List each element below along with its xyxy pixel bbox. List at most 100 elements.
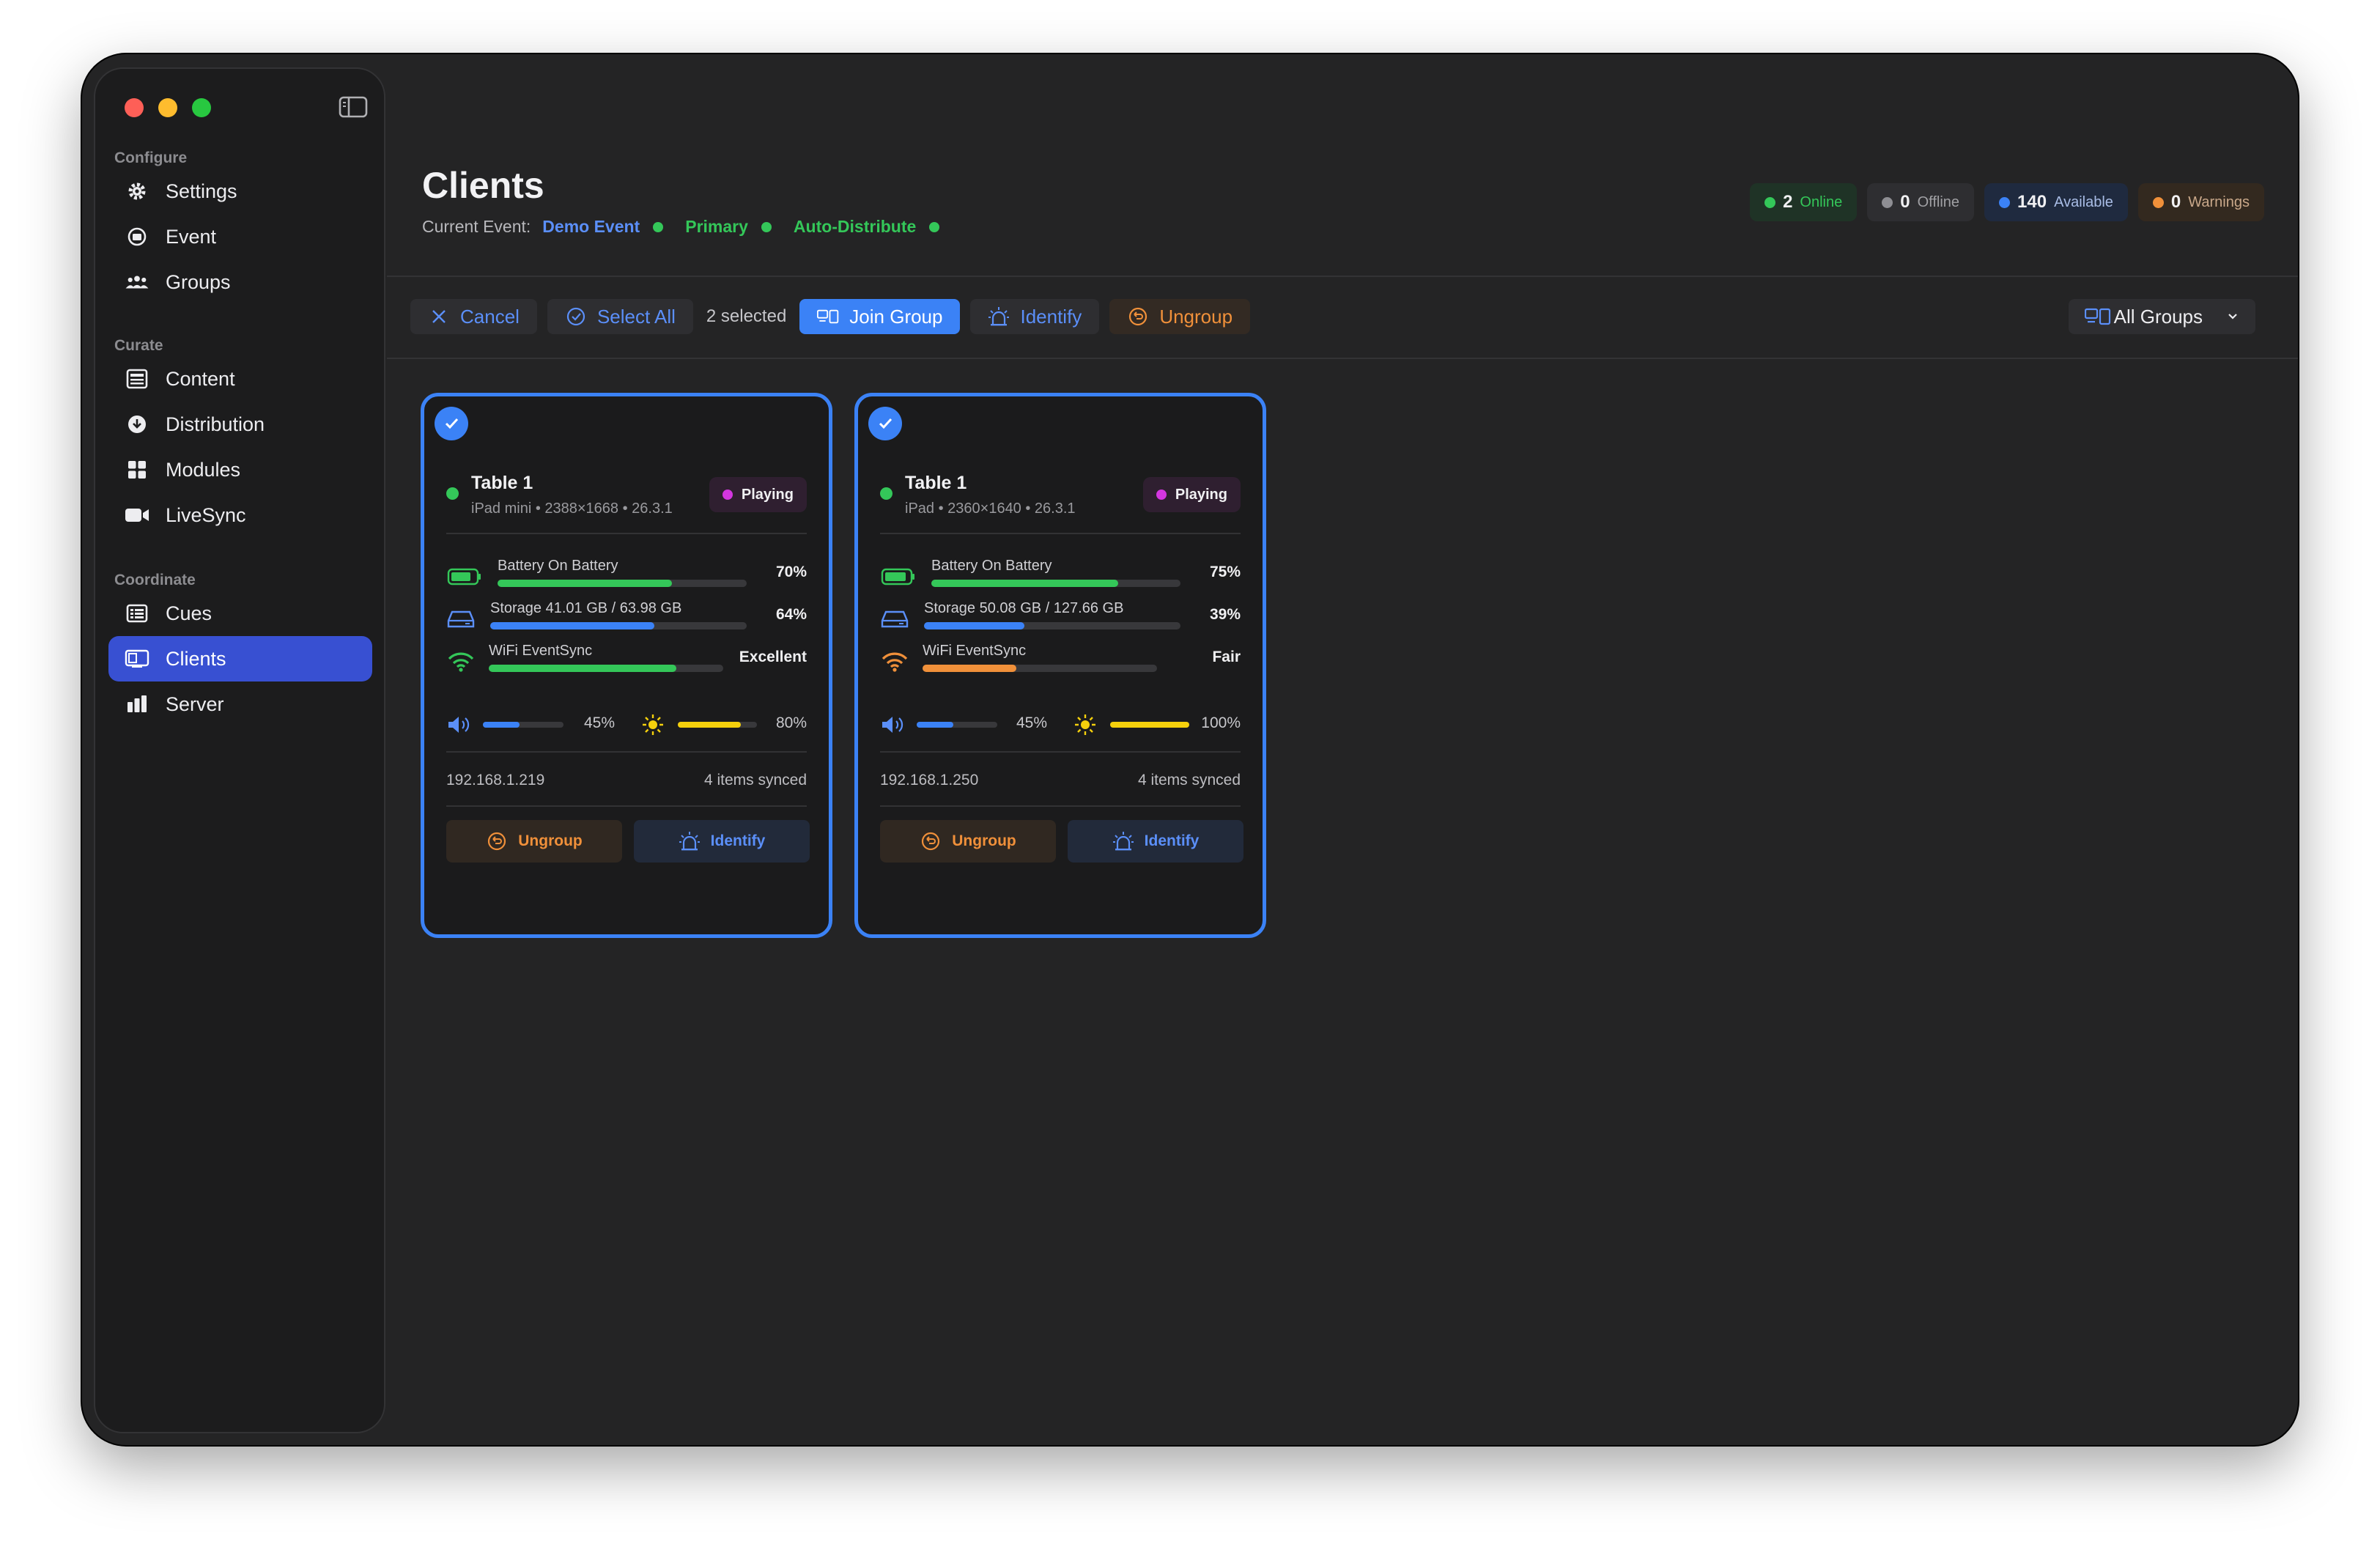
selection-checkmark-icon[interactable] (868, 407, 902, 440)
card-ungroup-button[interactable]: Ungroup (880, 820, 1056, 863)
wifi-label: WiFi EventSync (923, 643, 1027, 659)
volume-slider[interactable] (483, 722, 563, 728)
online-dot (1764, 196, 1776, 208)
warnings-badge[interactable]: 0 Warnings (2137, 183, 2264, 221)
sidebar-item-label: Event (166, 225, 217, 248)
offline-label: Offline (1917, 193, 1960, 210)
cancel-button[interactable]: Cancel (410, 299, 537, 334)
window-controls (125, 98, 211, 117)
battery-value: 75% (1209, 564, 1241, 580)
card-ungroup-button[interactable]: Ungroup (446, 820, 622, 863)
current-event-line: Current Event: Demo Event Primary Auto-D… (422, 217, 961, 237)
wifi-icon (880, 649, 909, 675)
battery-bar-fill (931, 580, 1118, 587)
ungroup-button[interactable]: Ungroup (1109, 299, 1251, 334)
warnings-dot (2152, 196, 2164, 208)
playing-badge: Playing (1142, 477, 1241, 512)
group-filter-dropdown[interactable]: All Groups (2068, 299, 2255, 334)
online-badge[interactable]: 2 Online (1750, 183, 1858, 221)
sidebar-item-settings[interactable]: Settings (108, 169, 372, 214)
offline-badge[interactable]: 0 Offline (1867, 183, 1975, 221)
storage-metric: Storage 50.08 GB / 127.66 GB 39% (880, 600, 1241, 638)
people-icon (125, 270, 149, 295)
brightness-slider[interactable] (678, 722, 757, 728)
storage-bar (490, 622, 747, 629)
join-group-button[interactable]: Join Group (799, 299, 961, 334)
download-circle-icon (125, 412, 149, 437)
available-count: 140 (2017, 192, 2047, 212)
sidebar-item-event[interactable]: Event (108, 214, 372, 259)
sidebar-item-label: Content (166, 367, 235, 390)
alarm-light-icon (679, 830, 701, 852)
join-group-label: Join Group (849, 305, 943, 328)
sidebar-toggle-icon[interactable] (339, 95, 368, 119)
selection-checkmark-icon[interactable] (435, 407, 468, 440)
section-label-curate: Curate (114, 337, 163, 354)
sidebar-item-livesync[interactable]: LiveSync (108, 492, 372, 538)
client-card[interactable]: Table 1 iPad • 2360×1640 • 26.3.1 Playin… (854, 393, 1266, 938)
ip-address: 192.168.1.219 (446, 772, 545, 788)
available-label: Available (2054, 193, 2113, 210)
card-divider (446, 805, 807, 807)
battery-label: Battery On Battery (931, 558, 1052, 574)
gear-icon (125, 179, 149, 204)
brightness-value: 80% (775, 714, 807, 731)
playing-dot (722, 490, 733, 500)
wifi-value: Excellent (739, 649, 807, 665)
zoom-window-button[interactable] (192, 98, 211, 117)
sidebar-item-cues[interactable]: Cues (108, 591, 372, 636)
card-divider (446, 751, 807, 753)
volume-slider[interactable] (917, 722, 997, 728)
brightness-slider[interactable] (1110, 722, 1189, 728)
playing-dot (1156, 490, 1167, 500)
storage-bar-fill (924, 622, 1024, 629)
storage-drive-icon (880, 606, 909, 632)
sidebar-item-groups[interactable]: Groups (108, 259, 372, 305)
card-identify-label: Identify (1144, 832, 1200, 849)
identify-button[interactable]: Identify (970, 299, 1100, 334)
storage-drive-icon (446, 606, 476, 632)
battery-value: 70% (775, 564, 807, 580)
sidebar-item-server[interactable]: Server (108, 682, 372, 727)
wifi-icon (446, 649, 476, 675)
bar-chart-icon (125, 692, 149, 717)
sidebar-item-distribution[interactable]: Distribution (108, 402, 372, 447)
header-divider (387, 276, 2298, 277)
calendar-icon (125, 224, 149, 249)
warnings-label: Warnings (2188, 193, 2250, 210)
current-event-label: Current Event: (422, 217, 531, 236)
storage-value: 39% (1209, 606, 1241, 623)
battery-bar-fill (498, 580, 672, 587)
card-identify-button[interactable]: Identify (634, 820, 810, 863)
select-all-button[interactable]: Select All (547, 299, 693, 334)
warnings-count: 0 (2170, 192, 2181, 212)
online-label: Online (1800, 193, 1843, 210)
battery-icon (880, 564, 917, 590)
sidebar-item-content[interactable]: Content (108, 356, 372, 402)
sidebar: Configure Settings Event Groups Curate C… (94, 67, 385, 1433)
wifi-bar-fill (489, 665, 676, 672)
event-status-dot (653, 221, 664, 232)
available-badge[interactable]: 140 Available (1984, 183, 2128, 221)
auto-distribute-status: Auto-Distribute (793, 217, 917, 236)
sidebar-item-modules[interactable]: Modules (108, 447, 372, 492)
sun-icon (1072, 713, 1098, 736)
client-card[interactable]: Table 1 iPad mini • 2388×1668 • 26.3.1 P… (421, 393, 832, 938)
minimize-window-button[interactable] (158, 98, 177, 117)
battery-label: Battery On Battery (498, 558, 618, 574)
sidebar-item-clients[interactable]: Clients (108, 636, 372, 682)
page-title: Clients (422, 165, 544, 206)
video-camera-icon (125, 503, 149, 528)
volume-value: 45% (1016, 714, 1048, 731)
identify-label: Identify (1020, 305, 1082, 328)
chevron-down-icon (2228, 314, 2237, 320)
storage-bar (924, 622, 1180, 629)
close-window-button[interactable] (125, 98, 144, 117)
card-identify-button[interactable]: Identify (1068, 820, 1243, 863)
auto-distribute-status-dot (929, 221, 940, 232)
online-count: 2 (1783, 192, 1793, 212)
sidebar-item-label: Settings (166, 180, 237, 202)
online-status-dot (446, 487, 459, 500)
event-name-link[interactable]: Demo Event (542, 217, 640, 237)
storage-label: Storage 41.01 GB / 63.98 GB (490, 600, 682, 616)
